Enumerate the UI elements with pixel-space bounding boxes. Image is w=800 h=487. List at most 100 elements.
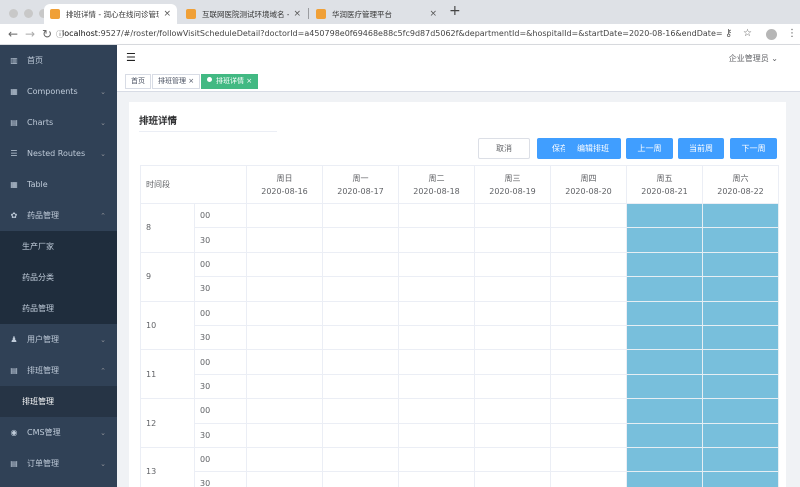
schedule-slot[interactable] <box>550 276 627 302</box>
schedule-slot[interactable] <box>474 349 551 375</box>
browser-tab-active[interactable]: 排班详情 - 润心在线问诊管理端 × <box>44 4 177 24</box>
schedule-slot[interactable] <box>246 422 323 448</box>
schedule-slot[interactable] <box>322 202 399 229</box>
prev-week-button[interactable]: 上一周 <box>626 138 673 159</box>
sidebar-item[interactable]: ▤ 订单管理 ⌄ <box>0 448 117 479</box>
sidebar-item[interactable]: ▦ Table <box>0 169 117 200</box>
schedule-slot[interactable] <box>702 324 779 351</box>
schedule-slot[interactable] <box>474 276 551 302</box>
schedule-slot[interactable] <box>702 251 779 278</box>
tag-schedule-manage[interactable]: 排班管理 × <box>152 74 201 89</box>
schedule-slot[interactable] <box>474 471 551 487</box>
reload-icon[interactable]: ↻ <box>42 26 52 42</box>
profile-icon[interactable] <box>766 29 777 40</box>
sidebar-item[interactable]: 排班管理 <box>0 386 117 417</box>
schedule-slot[interactable] <box>702 276 779 302</box>
schedule-slot[interactable] <box>474 324 551 351</box>
schedule-slot[interactable] <box>398 276 475 302</box>
schedule-slot[interactable] <box>550 349 627 375</box>
schedule-slot[interactable] <box>626 300 703 326</box>
schedule-slot[interactable] <box>702 471 779 487</box>
schedule-slot[interactable] <box>322 276 399 302</box>
schedule-slot[interactable] <box>702 227 779 253</box>
sidebar-item[interactable]: 生产厂家 <box>0 231 117 262</box>
close-window-icon[interactable] <box>9 9 18 18</box>
key-icon[interactable]: ⚷ <box>725 26 732 42</box>
schedule-slot[interactable] <box>322 446 399 473</box>
schedule-slot[interactable] <box>474 300 551 326</box>
schedule-slot[interactable] <box>246 202 323 229</box>
browser-tab[interactable]: 华润医疗管理平台 × <box>310 4 443 24</box>
sidebar-item[interactable]: ▥ 首页 <box>0 45 117 76</box>
browser-tab[interactable]: 互联网医院测试环境域名 - 互联网 × <box>180 4 307 24</box>
schedule-slot[interactable] <box>550 373 627 400</box>
tag-schedule-detail[interactable]: 排班详情 × <box>201 74 259 89</box>
schedule-slot[interactable] <box>474 446 551 473</box>
sidebar-item[interactable]: ▦ Components ⌄ <box>0 76 117 107</box>
schedule-slot[interactable] <box>322 422 399 448</box>
schedule-slot[interactable] <box>474 373 551 400</box>
schedule-slot[interactable] <box>322 471 399 487</box>
schedule-slot[interactable] <box>626 276 703 302</box>
schedule-slot[interactable] <box>550 227 627 253</box>
schedule-slot[interactable] <box>626 422 703 448</box>
schedule-slot[interactable] <box>398 422 475 448</box>
schedule-slot[interactable] <box>626 251 703 278</box>
schedule-slot[interactable] <box>702 300 779 326</box>
schedule-slot[interactable] <box>246 446 323 473</box>
schedule-slot[interactable] <box>246 251 323 278</box>
sidebar-item[interactable]: ▤ 排班管理 ⌃ <box>0 355 117 386</box>
schedule-slot[interactable] <box>626 398 703 424</box>
schedule-slot[interactable] <box>246 398 323 424</box>
tab-close-icon[interactable]: × <box>429 9 437 19</box>
schedule-slot[interactable] <box>474 202 551 229</box>
schedule-slot[interactable] <box>626 349 703 375</box>
schedule-slot[interactable] <box>626 446 703 473</box>
schedule-slot[interactable] <box>550 202 627 229</box>
menu-icon[interactable]: ⋮ <box>787 26 797 42</box>
schedule-slot[interactable] <box>550 251 627 278</box>
schedule-slot[interactable] <box>322 373 399 400</box>
schedule-slot[interactable] <box>702 446 779 473</box>
schedule-slot[interactable] <box>550 422 627 448</box>
next-week-button[interactable]: 下一周 <box>730 138 777 159</box>
schedule-slot[interactable] <box>322 349 399 375</box>
schedule-slot[interactable] <box>398 324 475 351</box>
schedule-slot[interactable] <box>246 276 323 302</box>
sidebar-item[interactable]: 药品分类 <box>0 262 117 293</box>
new-tab-button[interactable]: + <box>449 3 461 19</box>
schedule-slot[interactable] <box>398 349 475 375</box>
edit-schedule-button[interactable]: 编辑排班 <box>565 138 621 159</box>
schedule-slot[interactable] <box>702 398 779 424</box>
user-dropdown[interactable]: 企业管理员 ⌄ <box>729 53 778 64</box>
schedule-slot[interactable] <box>626 227 703 253</box>
schedule-slot[interactable] <box>322 251 399 278</box>
tag-close-icon[interactable]: × <box>246 77 252 85</box>
schedule-slot[interactable] <box>398 398 475 424</box>
schedule-slot[interactable] <box>626 202 703 229</box>
schedule-slot[interactable] <box>398 446 475 473</box>
schedule-slot[interactable] <box>474 251 551 278</box>
schedule-slot[interactable] <box>398 300 475 326</box>
schedule-slot[interactable] <box>626 471 703 487</box>
minimize-window-icon[interactable] <box>24 9 33 18</box>
schedule-slot[interactable] <box>702 202 779 229</box>
sidebar-item[interactable]: ▤ Charts ⌄ <box>0 107 117 138</box>
schedule-slot[interactable] <box>474 422 551 448</box>
tab-close-icon[interactable]: × <box>293 9 301 19</box>
schedule-slot[interactable] <box>550 446 627 473</box>
schedule-slot[interactable] <box>702 349 779 375</box>
schedule-slot[interactable] <box>398 227 475 253</box>
schedule-slot[interactable] <box>398 202 475 229</box>
back-icon[interactable]: ← <box>8 26 18 42</box>
tag-home[interactable]: 首页 <box>125 74 151 89</box>
schedule-slot[interactable] <box>246 324 323 351</box>
schedule-slot[interactable] <box>246 471 323 487</box>
current-week-button[interactable]: 当前周 <box>678 138 724 159</box>
sidebar-item[interactable]: ◉ CMS管理 ⌄ <box>0 417 117 448</box>
cancel-button[interactable]: 取消 <box>478 138 530 159</box>
tag-close-icon[interactable]: × <box>188 77 194 85</box>
schedule-slot[interactable] <box>550 398 627 424</box>
schedule-slot[interactable] <box>322 398 399 424</box>
schedule-slot[interactable] <box>398 251 475 278</box>
